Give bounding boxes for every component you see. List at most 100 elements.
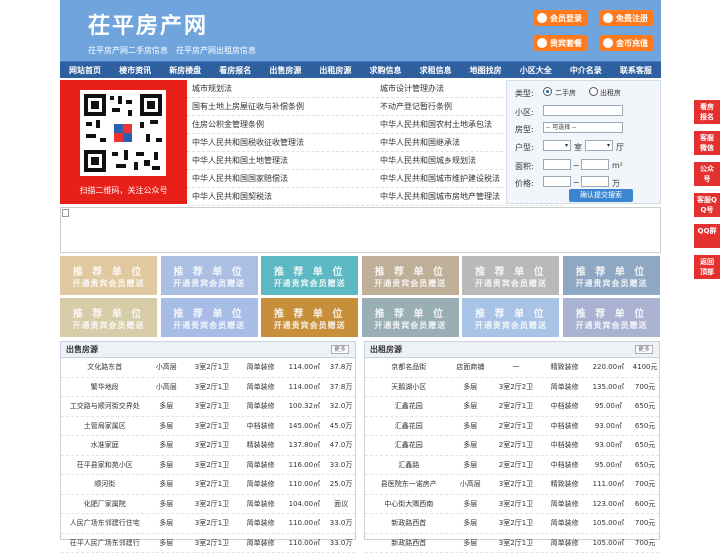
user-icon <box>537 13 547 23</box>
recommended-unit-ad[interactable]: 推 荐 单 位开通贵宾会员赠送 <box>462 256 559 295</box>
listing-location[interactable]: 土管局家属区 <box>61 417 148 436</box>
listing-row[interactable]: 县医院东一诺房产小高层3室2厅1卫精致装修111.00㎡700元 <box>365 475 659 495</box>
vip-package-button[interactable]: 贵宾套餐 <box>534 35 587 51</box>
nav-item[interactable]: 小区大全 <box>511 62 561 78</box>
search-submit-button[interactable]: 确认提交搜索 <box>569 189 633 202</box>
listing-row[interactable]: 土管局家属区多层3室2厅1卫中档装修145.00㎡45.0万 <box>61 417 355 437</box>
nav-item[interactable]: 求购信息 <box>360 62 410 78</box>
register-button[interactable]: 免费注册 <box>600 10 653 26</box>
area-min-input[interactable] <box>543 159 571 170</box>
listing-row[interactable]: 汇鑫路多层2室2厅1卫中档装修95.00㎡650元 <box>365 456 659 476</box>
law-link[interactable]: 城市规划法 <box>187 80 375 97</box>
coin-recharge-button[interactable]: 金币充值 <box>600 35 653 51</box>
listing-location[interactable]: 人民广场东邻建行住宅 <box>61 514 148 533</box>
listing-row[interactable]: 汇鑫花园多层2室2厅1卫中档装修95.00㎡650元 <box>365 397 659 417</box>
recommended-unit-ad[interactable]: 推 荐 单 位开通贵宾会员赠送 <box>161 256 258 295</box>
listing-row[interactable]: 中心街大隅西南多层3室2厅1卫简单装修123.00㎡600元 <box>365 495 659 515</box>
listing-location[interactable]: 京都名品街 <box>365 358 452 377</box>
side-service-wechat[interactable]: 客服微信 <box>694 131 720 155</box>
listing-location[interactable]: 汇鑫花园 <box>365 436 452 455</box>
listing-location[interactable]: 汇鑫花园 <box>365 397 452 416</box>
banner-image-broken[interactable] <box>60 207 661 253</box>
recommended-unit-ad[interactable]: 推 荐 单 位开通贵宾会员赠送 <box>261 256 358 295</box>
listing-row[interactable]: 人民广场东邻建行住宅多层3室2厅1卫简单装修110.00㎡33.0万 <box>61 514 355 534</box>
side-back-to-top[interactable]: 返回顶部 <box>694 255 720 279</box>
listing-row[interactable]: 新政路西首多层3室2厅1卫简单装修105.00㎡700元 <box>365 514 659 534</box>
listing-location[interactable]: 茌平县家和苑小区 <box>61 456 148 475</box>
listing-building-type: 多层 <box>452 436 488 455</box>
listing-location[interactable]: 新政路西首 <box>365 534 452 553</box>
recommended-unit-ad[interactable]: 推 荐 单 位开通贵宾会员赠送 <box>462 298 559 337</box>
listing-row[interactable]: 汇鑫花园多层2室2厅1卫中档装修93.00㎡650元 <box>365 436 659 456</box>
nav-item[interactable]: 地图找房 <box>461 62 511 78</box>
recommended-unit-ad[interactable]: 推 荐 单 位开通贵宾会员赠送 <box>60 298 157 337</box>
law-link[interactable]: 中华人民共和国土地管理法 <box>187 152 375 169</box>
radio-rent[interactable] <box>589 87 598 96</box>
side-tour-signup[interactable]: 看房报名 <box>694 100 720 124</box>
rent-more-button[interactable]: 更多 <box>635 345 653 354</box>
listing-location[interactable]: 汇鑫路 <box>365 456 452 475</box>
recommended-unit-ad[interactable]: 推 荐 单 位开通贵宾会员赠送 <box>261 298 358 337</box>
listing-location[interactable]: 化肥厂家属院 <box>61 495 148 514</box>
nav-item[interactable]: 联系客服 <box>611 62 661 78</box>
recommended-unit-ad[interactable]: 推 荐 单 位开通贵宾会员赠送 <box>161 298 258 337</box>
listing-location[interactable]: 文化路东首 <box>61 358 148 377</box>
law-link[interactable]: 住房公积金管理条例 <box>187 116 375 133</box>
radio-secondhand[interactable] <box>543 87 552 96</box>
law-link[interactable]: 中华人民共和国契税法 <box>187 188 375 205</box>
listing-location[interactable]: 县医院东一诺房产 <box>365 475 452 494</box>
hall-select[interactable]: ▾ <box>585 140 613 151</box>
nav-item[interactable]: 新房楼盘 <box>160 62 210 78</box>
law-link[interactable]: 中华人民共和国国家赔偿法 <box>187 170 375 187</box>
listing-location[interactable]: 天鹅湖小区 <box>365 378 452 397</box>
recommended-unit-ad[interactable]: 推 荐 单 位开通贵宾会员赠送 <box>563 256 660 295</box>
listing-row[interactable]: 顺河街多层3室2厅1卫简单装修110.00㎡25.0万 <box>61 475 355 495</box>
listing-row[interactable]: 汇鑫花园多层2室2厅1卫中档装修93.00㎡650元 <box>365 417 659 437</box>
listing-building-type: 多层 <box>148 417 184 436</box>
login-button[interactable]: 会员登录 <box>534 10 587 26</box>
recommended-unit-ad[interactable]: 推 荐 单 位开通贵宾会员赠送 <box>563 298 660 337</box>
listing-location[interactable]: 工交路与顺河街交界处 <box>61 397 148 416</box>
listing-location[interactable]: 水准家庭 <box>61 436 148 455</box>
price-min-input[interactable] <box>543 176 571 187</box>
price-max-input[interactable] <box>581 176 609 187</box>
listing-row[interactable]: 京都名品街店面商铺一精致装修220.00㎡4100元 <box>365 358 659 378</box>
side-official-account[interactable]: 公众号 <box>694 162 720 186</box>
listing-location[interactable]: 中心街大隅西南 <box>365 495 452 514</box>
nav-item[interactable]: 看房报名 <box>210 62 260 78</box>
community-input[interactable] <box>543 105 623 116</box>
nav-item[interactable]: 网站首页 <box>60 62 110 78</box>
listing-row[interactable]: 文化路东首小高层3室2厅1卫简单装修114.00㎡37.8万 <box>61 358 355 378</box>
side-service-qq[interactable]: 客服QQ号 <box>694 193 720 217</box>
site-logo-title[interactable]: 茌平房产网 <box>88 8 208 40</box>
law-link[interactable]: 中华人民共和国税收征收管理法 <box>187 134 375 151</box>
nav-item[interactable]: 出售房源 <box>260 62 310 78</box>
listing-row[interactable]: 茌平人民广场东邻建行多层3室2厅1卫简单装修110.00㎡33.0万 <box>61 534 355 553</box>
nav-item[interactable]: 楼市资讯 <box>110 62 160 78</box>
recommended-unit-ad[interactable]: 推 荐 单 位开通贵宾会员赠送 <box>362 256 459 295</box>
nav-item[interactable]: 出租房源 <box>310 62 360 78</box>
listing-row[interactable]: 繁华地段小高层3室2厅1卫简单装修114.00㎡37.8万 <box>61 378 355 398</box>
nav-item[interactable]: 中介名录 <box>561 62 611 78</box>
side-qq-group[interactable]: QQ群 <box>694 224 720 248</box>
listing-location[interactable]: 繁华地段 <box>61 378 148 397</box>
nav-item[interactable]: 求租信息 <box>411 62 461 78</box>
recommended-unit-ad[interactable]: 推 荐 单 位开通贵宾会员赠送 <box>362 298 459 337</box>
recommended-unit-ad[interactable]: 推 荐 单 位开通贵宾会员赠送 <box>60 256 157 295</box>
sale-more-button[interactable]: 更多 <box>331 345 349 354</box>
room-select[interactable]: ▾ <box>543 140 571 151</box>
listing-row[interactable]: 工交路与顺河街交界处多层3室2厅1卫简单装修100.32㎡32.0万 <box>61 397 355 417</box>
listing-row[interactable]: 天鹅湖小区多层3室2厅2卫简单装修135.00㎡700元 <box>365 378 659 398</box>
listing-row[interactable]: 茌平县家和苑小区多层3室2厅1卫简单装修116.00㎡33.0万 <box>61 456 355 476</box>
law-link[interactable]: 国有土地上房屋征收与补偿条例 <box>187 98 375 115</box>
listing-location[interactable]: 茌平人民广场东邻建行 <box>61 534 148 553</box>
listing-building-type: 店面商铺 <box>452 358 488 377</box>
listing-location[interactable]: 新政路西首 <box>365 514 452 533</box>
listing-row[interactable]: 水准家庭多层3室2厅1卫精装装修137.80㎡47.0万 <box>61 436 355 456</box>
listing-row[interactable]: 新政路西首多层3室2厅1卫简单装修105.00㎡700元 <box>365 534 659 553</box>
housetype-select[interactable]: -- 可选择 -- <box>543 122 623 133</box>
listing-location[interactable]: 顺河街 <box>61 475 148 494</box>
area-max-input[interactable] <box>581 159 609 170</box>
listing-location[interactable]: 汇鑫花园 <box>365 417 452 436</box>
listing-row[interactable]: 化肥厂家属院多层3室2厅1卫简单装修104.00㎡面议 <box>61 495 355 515</box>
